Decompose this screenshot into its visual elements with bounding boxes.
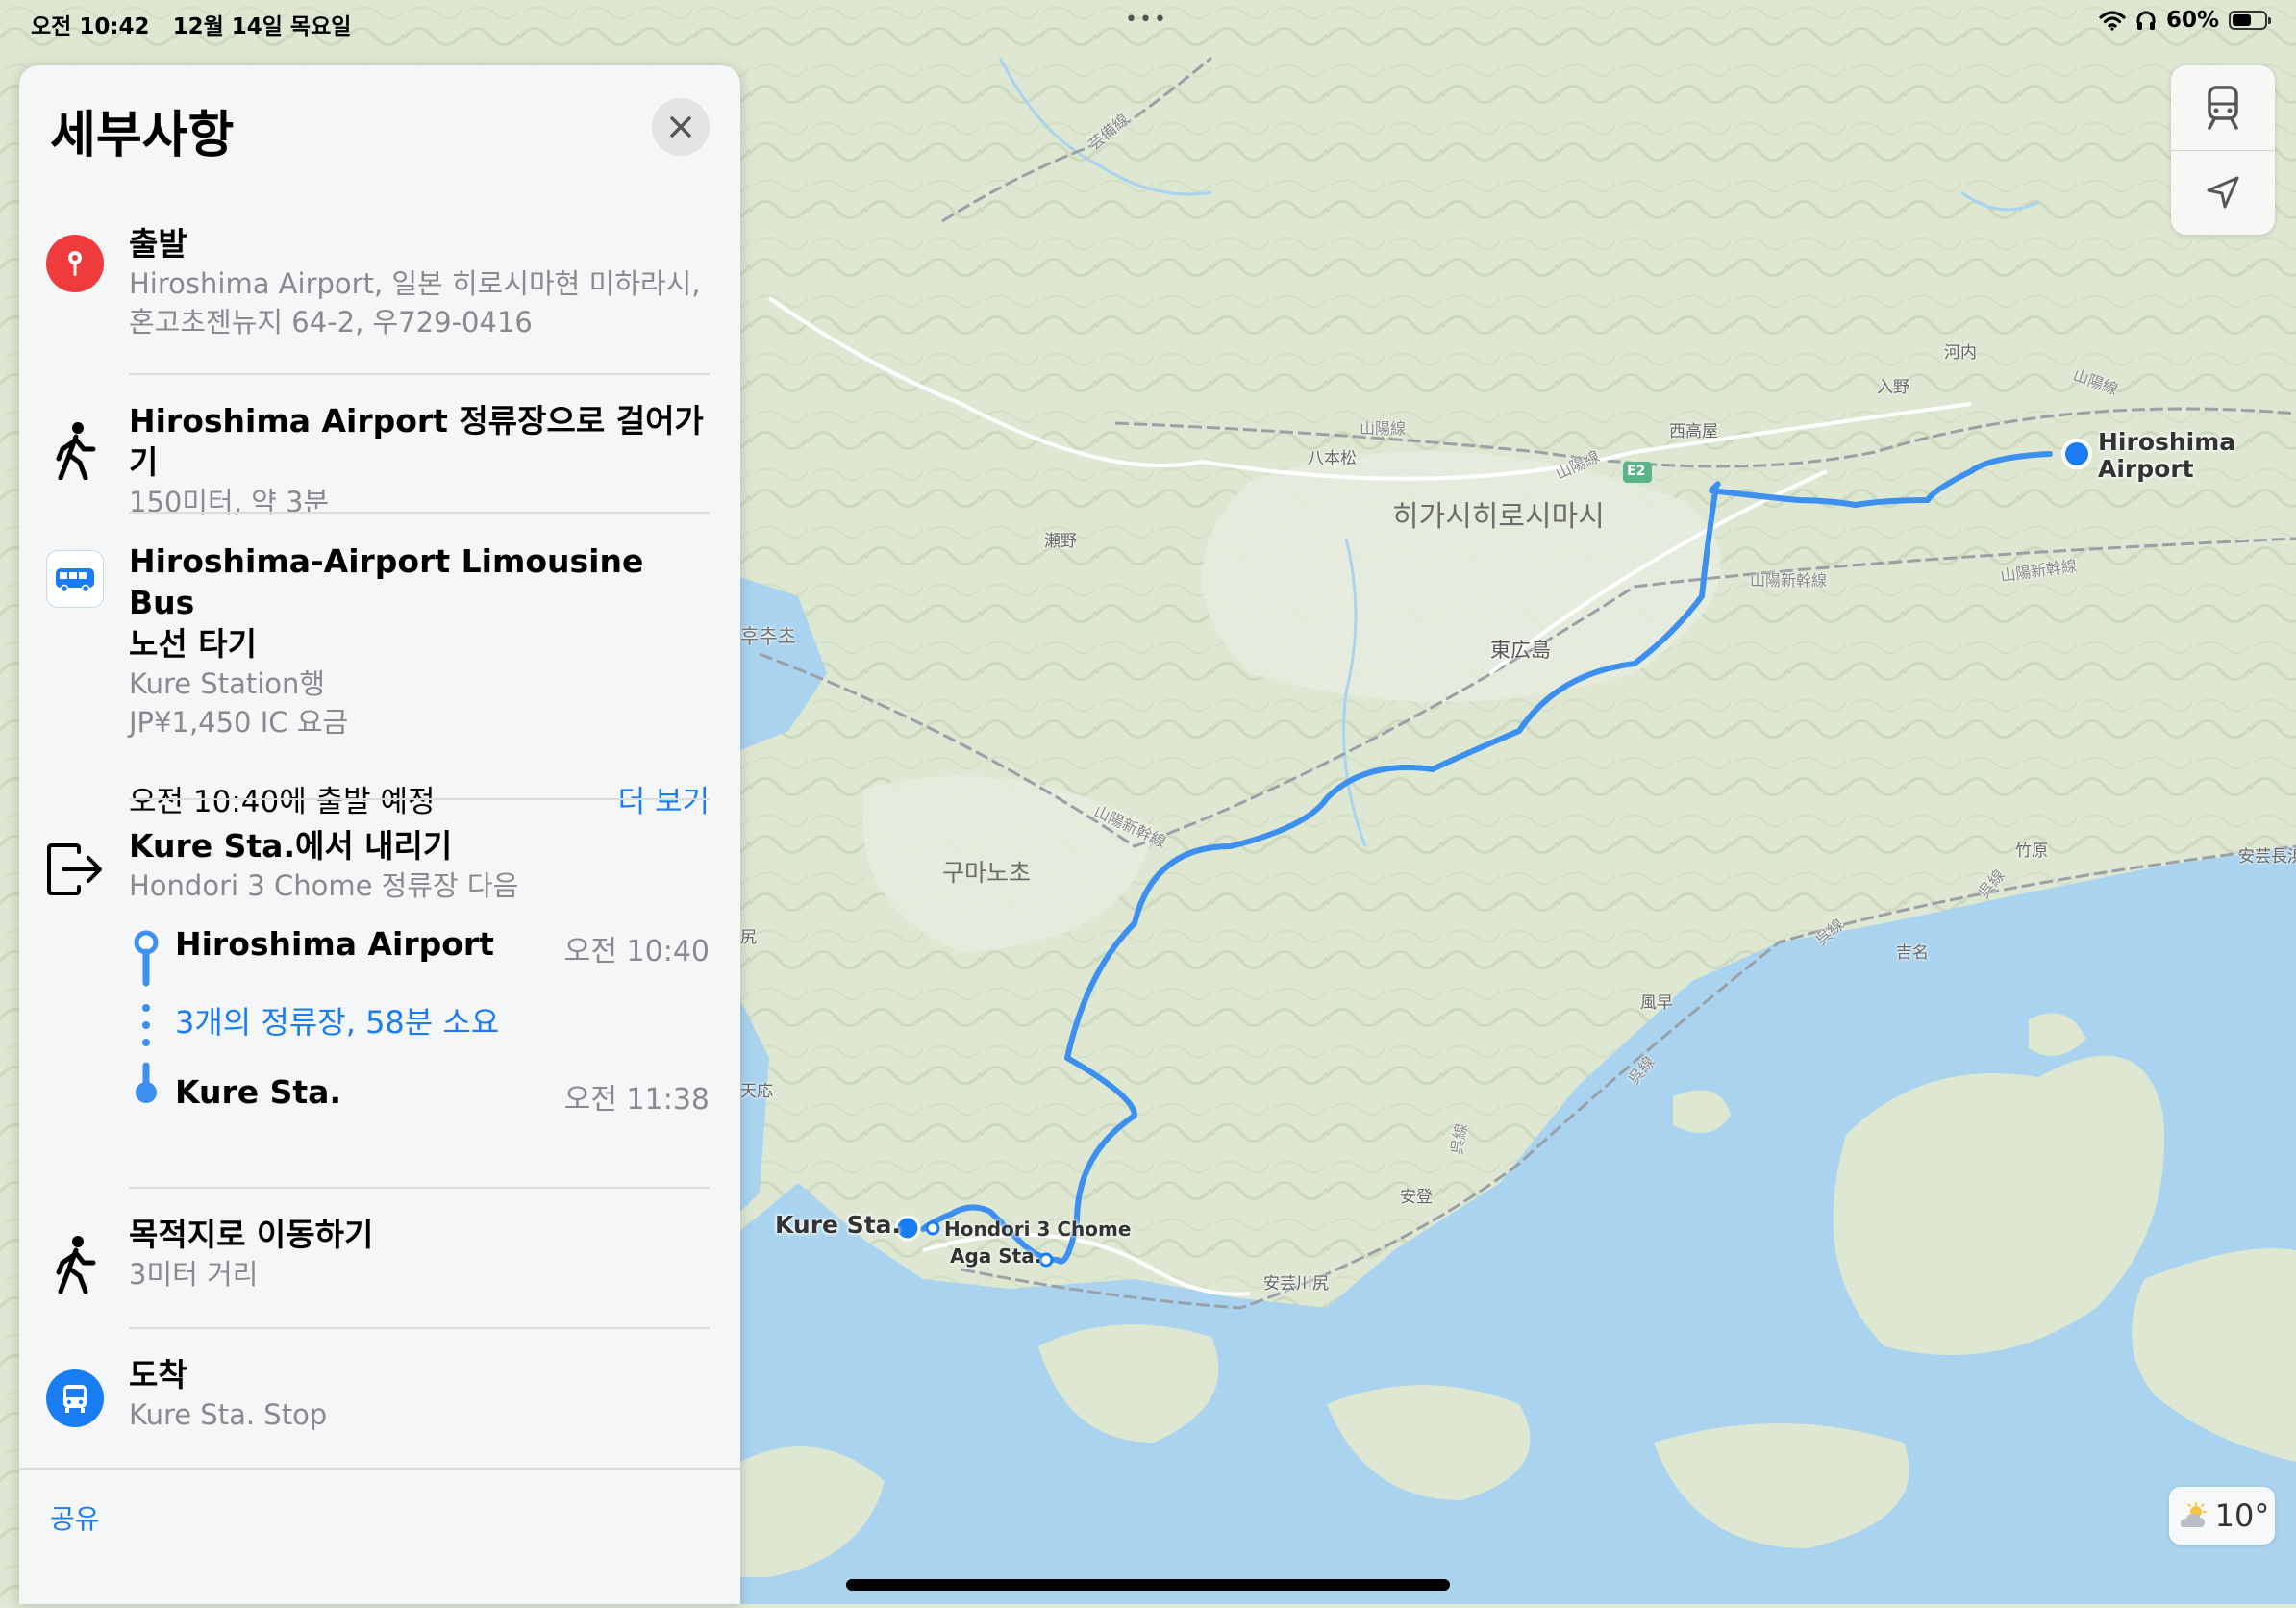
share-button[interactable]: 공유 [50, 1498, 100, 1537]
step-arrive[interactable]: 도착 Kure Sta. Stop [19, 1354, 740, 1460]
map-label-yoshina: 吉名 [1896, 943, 1929, 963]
divider [129, 373, 710, 375]
walking-person-icon [44, 419, 106, 481]
map-label-higashihiroshima-city: 히가시히로시마시 [1392, 500, 1605, 534]
divider [129, 1187, 710, 1189]
map-label-kumanocho: 구마노초 [942, 859, 1032, 887]
weather-badge[interactable]: 10° [2169, 1487, 2275, 1545]
step-address-line2: 혼고초젠뉴지 64-2, 우729-0416 [129, 306, 533, 339]
step-after-stop: Hondori 3 Chome 정류장 다음 [129, 869, 519, 902]
status-time-date: 오전 10:42 12월 14일 목요일 [31, 8, 351, 40]
step-bus-icon-wrap [44, 548, 106, 610]
map-label-kazahaya: 風早 [1640, 993, 1673, 1013]
map-label-road-e2: E2 [1627, 464, 1646, 479]
step-title: 출발 [129, 225, 187, 263]
timeline-from-name: Hiroshima Airport [175, 925, 494, 963]
step-origin[interactable]: 출발 Hiroshima Airport, 일본 히로시마현 미하라시, 혼고초… [19, 223, 740, 425]
map-stop-label-line2: Airport [2098, 455, 2194, 483]
step-title: 목적지로 이동하기 [129, 1216, 374, 1253]
map-label-aki: 安登 [1400, 1188, 1433, 1207]
status-indicators: 60% [2099, 8, 2271, 33]
divider [129, 1327, 710, 1329]
battery-percent: 60% [2165, 8, 2219, 33]
step-board-bus[interactable]: Hiroshima-Airport Limousine Bus 노선 타기 Ku… [19, 540, 740, 829]
step-action: 노선 타기 [129, 625, 257, 663]
step-arrive-body: 도착 Kure Sta. Stop [129, 1354, 710, 1434]
bus-stop-icon [46, 1369, 104, 1427]
divider-full [19, 1468, 740, 1470]
step-alight-body: Kure Sta.에서 내리기 Hondori 3 Chome 정류장 다음 [129, 825, 710, 905]
map-label-kawajiri: 尻 [740, 928, 757, 947]
map-stop-label-line1: Hiroshima [2098, 428, 2236, 456]
partly-cloudy-icon [2180, 1502, 2207, 1527]
step-distance: 3미터 거리 [129, 1258, 259, 1291]
step-walk-body: Hiroshima Airport 정류장으로 걸어가기 150미터, 약 3분 [129, 400, 710, 521]
step-title: Hiroshima Airport 정류장으로 걸어가기 [129, 402, 704, 481]
step-route-name: Hiroshima-Airport Limousine Bus [129, 542, 644, 621]
map-label-akinagahama: 安芸長浜 [2238, 847, 2296, 867]
map-stop-label-hondori[interactable]: Hondori 3 Chome [944, 1218, 1131, 1241]
stops-summary-link[interactable]: 3개의 정류장, 58분 소요 [129, 998, 710, 1043]
step-alight[interactable]: Kure Sta.에서 내리기 Hondori 3 Chome 정류장 다음 H… [19, 825, 740, 1229]
multitasking-dots-icon[interactable]: ••• [1125, 8, 1168, 32]
map-pin-icon [46, 235, 104, 292]
map-stop-label-aga-sta[interactable]: Aga Sta. [950, 1244, 1041, 1268]
status-bar: 오전 10:42 12월 14일 목요일 ••• 60% [0, 0, 2296, 44]
home-indicator[interactable] [846, 1579, 1450, 1591]
map-controls [2171, 65, 2275, 235]
panel-title: 세부사항 [50, 107, 235, 164]
step-walk-dest-body: 목적지로 이동하기 3미터 거리 [129, 1214, 710, 1294]
step-origin-icon-wrap [44, 233, 106, 294]
step-address-line1: Hiroshima Airport, 일본 히로시마현 미하라시, [129, 267, 701, 300]
map-stop-label-kure-sta[interactable]: Kure Sta. [775, 1212, 901, 1239]
map-label-akikawajiri: 安芸川尻 [1263, 1274, 1329, 1294]
step-destination: Kure Station행 [129, 667, 326, 700]
step-stop-name: Kure Sta. Stop [129, 1398, 328, 1431]
walking-person-icon [44, 1233, 106, 1294]
timeline-to-time: 오전 11:38 [563, 1083, 710, 1117]
map-label-hachihonmatsu: 八本松 [1308, 449, 1357, 468]
train-icon [2208, 86, 2238, 130]
close-icon [670, 116, 691, 138]
step-distance: 150미터, 약 3분 [129, 486, 330, 518]
map-label-higashihiroshima: 東広島 [1490, 639, 1551, 662]
timeline-to: Kure Sta. 오전 11:38 [129, 1073, 710, 1117]
directions-detail-panel: 세부사항 출발 Hiroshima Airport, 일본 히로시마현 미하라시… [19, 65, 740, 1604]
map-label-rail-shinkansen-1: 山陽新幹線 [1750, 571, 1828, 590]
exit-icon [44, 839, 106, 900]
divider [129, 512, 710, 514]
status-time: 오전 10:42 [31, 14, 150, 39]
map-label-kochi: 河内 [1944, 343, 1977, 363]
divider [129, 798, 710, 800]
battery-icon [2229, 11, 2271, 30]
location-arrow-icon [2207, 176, 2239, 209]
step-fare: JP¥1,450 IC 요금 [129, 706, 349, 739]
map-label-fuchucho: 후추초 [740, 625, 796, 648]
timeline-from: Hiroshima Airport 오전 10:40 [129, 925, 710, 968]
current-location-button[interactable] [2171, 150, 2275, 235]
map-stop-label-hiroshima-airport[interactable]: Hiroshima Airport [2098, 429, 2235, 483]
headphones-icon [2136, 11, 2156, 30]
step-title: Kure Sta.에서 내리기 [129, 827, 453, 865]
close-button[interactable] [652, 98, 710, 156]
wifi-icon [2099, 11, 2126, 31]
weather-temperature: 10° [2214, 1497, 2270, 1534]
step-title: 도착 [129, 1356, 187, 1394]
transit-mode-button[interactable] [2171, 65, 2275, 150]
map-label-tennou: 天応 [740, 1082, 773, 1101]
timeline-to-name: Kure Sta. [175, 1073, 341, 1111]
map-label-seno: 瀬野 [1044, 532, 1077, 551]
map-label-saijo: 西高屋 [1669, 422, 1718, 441]
step-origin-body: 출발 Hiroshima Airport, 일본 히로시마현 미하라시, 혼고초… [129, 223, 710, 341]
timeline-from-time: 오전 10:40 [563, 935, 710, 968]
step-walk-to-stop[interactable]: Hiroshima Airport 정류장으로 걸어가기 150미터, 약 3분 [19, 400, 740, 518]
bus-icon [46, 550, 104, 608]
map-label-takehara: 竹原 [2015, 842, 2048, 861]
map-label-iriya: 入野 [1877, 378, 1909, 397]
step-bus-body: Hiroshima-Airport Limousine Bus 노선 타기 Ku… [129, 540, 710, 741]
step-walk-to-destination[interactable]: 목적지로 이동하기 3미터 거리 [19, 1214, 740, 1329]
map-label-rail-sanyo-1: 山陽線 [1360, 419, 1407, 438]
status-date: 12월 14일 목요일 [172, 14, 352, 39]
step-arrive-icon-wrap [44, 1368, 106, 1429]
